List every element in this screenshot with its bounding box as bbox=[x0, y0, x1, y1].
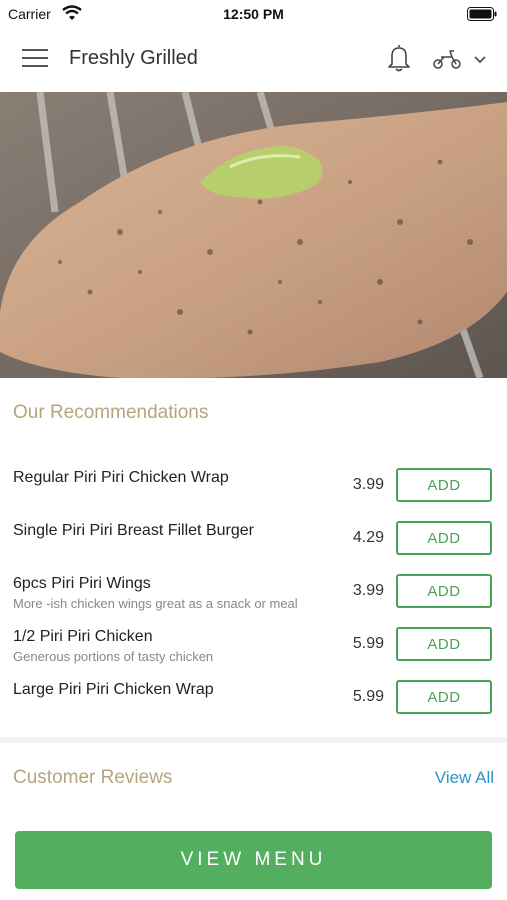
list-item: 6pcs Piri Piri Wings More -ish chicken w… bbox=[0, 564, 507, 617]
item-name: Regular Piri Piri Chicken Wrap bbox=[13, 469, 229, 486]
recommendations-title: Our Recommendations bbox=[13, 402, 209, 423]
list-item: Regular Piri Piri Chicken Wrap 3.99 ADD bbox=[0, 458, 507, 511]
page-title: Freshly Grilled bbox=[69, 47, 198, 69]
clock: 12:50 PM bbox=[223, 6, 284, 22]
view-all-link[interactable]: View All bbox=[435, 768, 494, 788]
add-button[interactable]: ADD bbox=[396, 627, 492, 661]
recommendations-list: Regular Piri Piri Chicken Wrap 3.99 ADD … bbox=[0, 458, 507, 723]
scooter-icon[interactable] bbox=[432, 48, 462, 70]
add-button[interactable]: ADD bbox=[396, 521, 492, 555]
item-price: 4.29 bbox=[352, 529, 384, 546]
section-divider bbox=[0, 737, 507, 743]
item-price: 5.99 bbox=[352, 688, 384, 705]
reviews-title: Customer Reviews bbox=[13, 767, 173, 788]
add-button[interactable]: ADD bbox=[396, 574, 492, 608]
add-button[interactable]: ADD bbox=[396, 680, 492, 714]
item-price: 3.99 bbox=[352, 582, 384, 599]
item-description: More -ish chicken wings great as a snack… bbox=[13, 596, 298, 611]
item-name: 1/2 Piri Piri Chicken bbox=[13, 628, 153, 645]
item-name: Single Piri Piri Breast Fillet Burger bbox=[13, 522, 254, 539]
bell-icon[interactable] bbox=[386, 43, 412, 73]
status-bar: Carrier 12:50 PM bbox=[0, 0, 507, 30]
chevron-down-icon[interactable] bbox=[472, 52, 488, 66]
add-button[interactable]: ADD bbox=[396, 468, 492, 502]
view-menu-button[interactable]: VIEW MENU bbox=[15, 831, 492, 889]
app-header: Freshly Grilled bbox=[0, 30, 507, 92]
item-name: Large Piri Piri Chicken Wrap bbox=[13, 681, 214, 698]
list-item: Single Piri Piri Breast Fillet Burger 4.… bbox=[0, 511, 507, 564]
item-name: 6pcs Piri Piri Wings bbox=[13, 575, 151, 592]
list-item: Large Piri Piri Chicken Wrap 5.99 ADD bbox=[0, 670, 507, 723]
hero-image bbox=[0, 92, 507, 378]
battery-icon bbox=[467, 7, 497, 21]
item-price: 5.99 bbox=[352, 635, 384, 652]
menu-icon[interactable] bbox=[22, 49, 48, 69]
grilled-chicken-image bbox=[0, 92, 507, 378]
item-description: Generous portions of tasty chicken bbox=[13, 649, 214, 664]
list-item: 1/2 Piri Piri Chicken Generous portions … bbox=[0, 617, 507, 670]
item-price: 3.99 bbox=[352, 476, 384, 493]
